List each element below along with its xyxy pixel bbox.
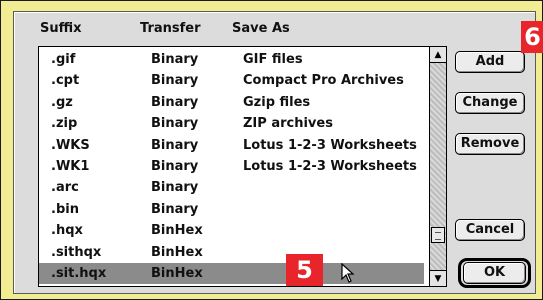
suffix-cell: .cpt — [51, 73, 80, 89]
list-item[interactable]: .bin Binary — [39, 199, 424, 220]
suffix-cell: .gif — [51, 52, 76, 67]
transfer-cell: Binary — [151, 94, 199, 110]
transfer-cell: Binary — [151, 73, 199, 89]
suffix-cell: .zip — [51, 116, 78, 132]
list-item[interactable]: .zip Binary ZIP archives — [39, 113, 424, 134]
save-as-cell: Lotus 1-2-3 Worksheets — [243, 158, 417, 174]
transfer-cell: BinHex — [151, 244, 203, 260]
transfer-cell: Binary — [151, 158, 199, 174]
annotation-badge-6: 6 — [521, 21, 543, 53]
ok-button[interactable]: OK — [463, 262, 526, 284]
save-as-cell: Gzip files — [243, 94, 311, 110]
save-as-cell: Lotus 1-2-3 Worksheets — [243, 137, 417, 153]
suffix-cell: .arc — [51, 180, 79, 196]
suffix-cell: .hqx — [51, 223, 83, 239]
save-as-cell: Compact Pro Archives — [243, 73, 404, 89]
cancel-button[interactable]: Cancel — [455, 219, 525, 241]
suffix-list-rows: .gif Binary GIF files .cpt Binary Compact Pro… — [39, 49, 424, 285]
column-header-suffix: Suffix — [40, 21, 82, 36]
save-as-cell: ZIP archives — [243, 116, 333, 132]
change-button[interactable]: Change — [455, 92, 525, 114]
suffix-list[interactable]: .gif Binary GIF files .cpt Binary Compact Pro… — [38, 46, 447, 287]
list-item[interactable]: .WKS Binary Lotus 1-2-3 Worksheets — [39, 135, 424, 156]
transfer-cell: Binary — [151, 137, 199, 153]
list-item[interactable]: .gif Binary GIF files — [39, 49, 424, 70]
save-as-cell: GIF files — [243, 52, 303, 67]
arrow-cursor-icon — [341, 263, 355, 283]
transfer-cell: Binary — [151, 52, 199, 67]
transfer-cell: BinHex — [151, 223, 203, 239]
suffix-mapping-dialog: Suffix Transfer Save As .gif Binary GIF fi… — [13, 11, 536, 294]
list-item[interactable]: .sit.hqx BinHex — [39, 262, 424, 285]
list-item[interactable]: .gz Binary Gzip files — [39, 92, 424, 113]
suffix-cell: .WK1 — [51, 158, 90, 174]
scroll-down-arrow-icon[interactable]: ▼ — [430, 270, 446, 286]
column-header-transfer: Transfer — [140, 21, 201, 36]
list-item[interactable]: .arc Binary — [39, 177, 424, 198]
transfer-cell: Binary — [151, 116, 199, 132]
vertical-scrollbar[interactable]: ▲ ▼ — [429, 47, 446, 286]
transfer-cell: Binary — [151, 180, 199, 196]
suffix-cell: .WKS — [51, 137, 90, 153]
list-item[interactable]: .WK1 Binary Lotus 1-2-3 Worksheets — [39, 156, 424, 177]
column-header-save-as: Save As — [232, 21, 290, 36]
list-item[interactable]: .hqx BinHex — [39, 220, 424, 241]
transfer-cell: BinHex — [151, 265, 203, 281]
list-item[interactable]: .cpt Binary Compact Pro Archives — [39, 70, 424, 91]
suffix-cell: .sit.hqx — [51, 265, 107, 281]
screenshot-frame: Suffix Transfer Save As .gif Binary GIF fi… — [0, 0, 543, 300]
remove-button[interactable]: Remove — [455, 133, 525, 155]
suffix-cell: .bin — [51, 201, 79, 217]
transfer-cell: Binary — [151, 201, 199, 217]
scroll-up-arrow-icon[interactable]: ▲ — [430, 47, 446, 63]
suffix-cell: .gz — [51, 94, 73, 110]
suffix-cell: .sithqx — [51, 244, 102, 260]
add-button[interactable]: Add — [455, 51, 525, 73]
annotation-badge-5: 5 — [286, 254, 323, 286]
list-item[interactable]: .sithqx BinHex — [39, 242, 424, 263]
scroll-thumb[interactable] — [431, 227, 445, 243]
